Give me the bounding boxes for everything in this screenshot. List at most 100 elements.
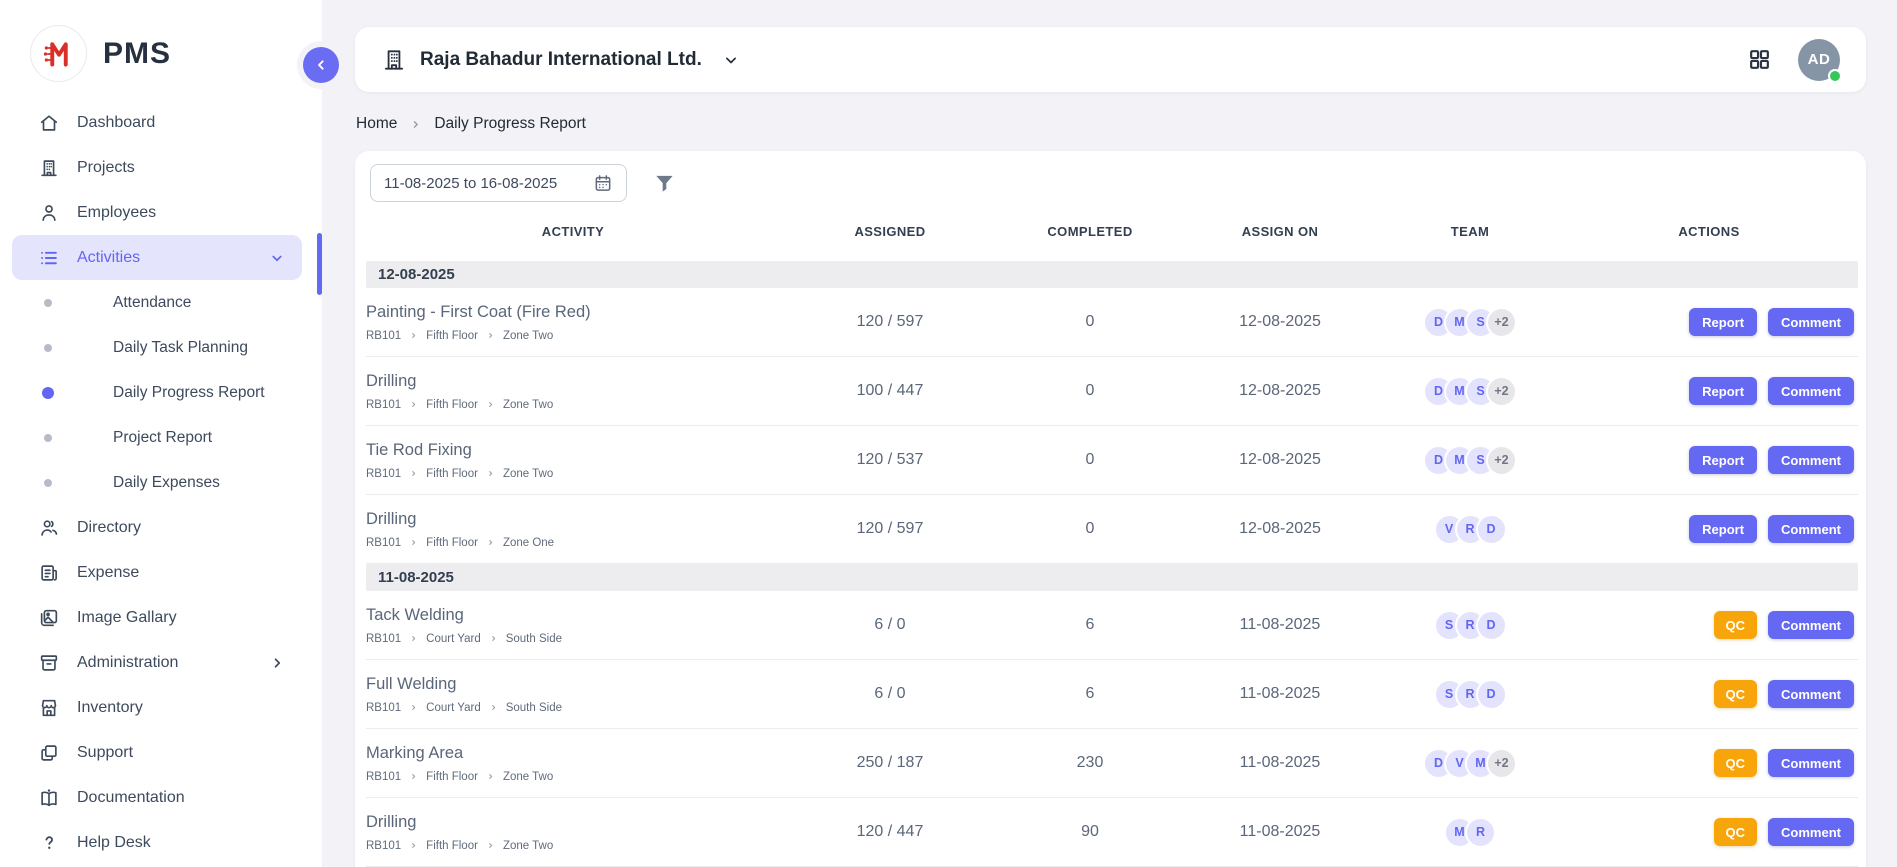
sidebar-item-inventory[interactable]: Inventory [12,685,302,730]
online-status-dot [1828,69,1842,83]
sidebar-item-expense[interactable]: Expense [12,550,302,595]
activity-cell: Full WeldingRB101Court YardSouth Side [366,675,780,714]
apps-grid-icon[interactable] [1747,47,1772,72]
comment-button[interactable]: Comment [1768,749,1854,777]
team-cell: SRD [1380,679,1560,710]
path-segment: Fifth Floor [426,399,478,411]
team-cell: SRD [1380,610,1560,641]
assigned-value: 250 / 187 [780,754,1000,772]
sidebar-item-support[interactable]: Support [12,730,302,775]
activity-title: Tie Rod Fixing [366,441,780,460]
sidebar-item-label: Support [77,744,286,762]
sidebar-item-directory[interactable]: Directory [12,505,302,550]
chevron-right-icon [489,634,498,643]
team-cell: DMS+2 [1380,307,1560,338]
sidebar-item-dashboard[interactable]: Dashboard [12,100,302,145]
book-icon [38,787,60,809]
bullet-icon [44,479,52,487]
comment-button[interactable]: Comment [1768,446,1854,474]
comment-button[interactable]: Comment [1768,680,1854,708]
qc-button[interactable]: QC [1714,680,1758,708]
activity-path: RB101Fifth FloorZone Two [366,840,780,852]
breadcrumb-home[interactable]: Home [356,115,397,133]
path-segment: RB101 [366,468,401,480]
breadcrumb: Home Daily Progress Report [356,115,1866,133]
sidebar-item-label: Dashboard [77,114,286,132]
pms-logo-icon [30,25,87,82]
team-more-badge[interactable]: +2 [1486,307,1517,338]
sidebar-item-documentation[interactable]: Documentation [12,775,302,820]
completed-value: 230 [1000,754,1180,772]
path-segment: RB101 [366,633,401,645]
chevron-right-icon [486,841,495,850]
sidebar-subitem-attendance[interactable]: Attendance [0,280,322,325]
sidebar-subitem-project-report[interactable]: Project Report [0,415,322,460]
sidebar-subitem-daily-expenses[interactable]: Daily Expenses [0,460,322,505]
activity-cell: Drilling RB101Fifth FloorZone Two [366,813,780,852]
team-more-badge[interactable]: +2 [1486,748,1517,779]
report-button[interactable]: Report [1689,308,1757,336]
qc-button[interactable]: QC [1714,749,1758,777]
team-more-badge[interactable]: +2 [1486,376,1517,407]
sidebar-item-employees[interactable]: Employees [12,190,302,235]
company-selector[interactable]: Raja Bahadur International Ltd. [381,47,741,73]
qc-button[interactable]: QC [1714,611,1758,639]
actions-cell: Report Comment [1560,377,1858,405]
comment-button[interactable]: Comment [1768,308,1854,336]
comment-button[interactable]: Comment [1768,611,1854,639]
chevron-right-icon [489,703,498,712]
team-more-badge[interactable]: +2 [1486,445,1517,476]
table-row: Marking AreaRB101Fifth FloorZone Two250 … [366,729,1858,798]
column-header-assign-on: ASSIGN ON [1180,224,1380,239]
table-row: Painting - First Coat (Fire Red)RB101Fif… [366,288,1858,357]
path-segment: Court Yard [426,633,481,645]
comment-button[interactable]: Comment [1768,818,1854,846]
report-button[interactable]: Report [1689,446,1757,474]
date-group-row: 12-08-2025 [366,261,1858,288]
sidebar-item-label: Activities [77,249,268,267]
path-segment: RB101 [366,771,401,783]
activity-title: Drilling [366,813,780,832]
activity-title: Drilling [366,372,780,391]
people-icon [38,517,60,539]
filter-row: 11-08-2025 to 16-08-2025 [355,151,1866,202]
sidebar-subitem-daily-task-planning[interactable]: Daily Task Planning [0,325,322,370]
comment-button[interactable]: Comment [1768,515,1854,543]
sidebar-item-activities[interactable]: Activities [12,235,302,280]
filter-funnel-icon[interactable] [653,172,676,195]
user-avatar[interactable]: AD [1798,39,1840,81]
date-range-input[interactable]: 11-08-2025 to 16-08-2025 [370,164,627,202]
sidebar-item-image-gallary[interactable]: Image Gallary [12,595,302,640]
report-button[interactable]: Report [1689,515,1757,543]
table-row: Full WeldingRB101Court YardSouth Side6 /… [366,660,1858,729]
sidebar-item-label: Documentation [77,789,286,807]
qc-button[interactable]: QC [1714,818,1758,846]
sidebar-item-administration[interactable]: Administration [12,640,302,685]
path-segment: RB101 [366,399,401,411]
app-logo[interactable]: PMS [0,0,322,82]
path-segment: Zone Two [503,840,553,852]
assign-on-value: 12-08-2025 [1180,313,1380,331]
calendar-icon [593,173,613,193]
content-card: 11-08-2025 to 16-08-2025 ACTIVITY ASSIGN… [355,151,1866,867]
team-avatar: R [1465,817,1496,848]
comment-button[interactable]: Comment [1768,377,1854,405]
chevron-right-icon [409,538,418,547]
actions-cell: QC Comment [1560,749,1858,777]
sidebar-item-label: Expense [77,564,286,582]
activity-cell: Painting - First Coat (Fire Red)RB101Fif… [366,303,780,342]
assign-on-value: 11-08-2025 [1180,616,1380,634]
team-cell: MR [1380,817,1560,848]
assigned-value: 6 / 0 [780,616,1000,634]
sidebar-subitem-daily-progress-report[interactable]: Daily Progress Report [0,370,322,415]
sidebar-scrollbar-thumb[interactable] [317,233,322,295]
chevron-down-icon [721,50,741,70]
date-range-value: 11-08-2025 to 16-08-2025 [384,175,557,192]
sidebar-item-projects[interactable]: Projects [12,145,302,190]
sidebar-item-help-desk[interactable]: Help Desk [12,820,302,865]
bullet-icon [44,299,52,307]
sidebar-collapse-button[interactable] [303,47,339,83]
report-button[interactable]: Report [1689,377,1757,405]
receipt-icon [38,562,60,584]
sidebar-subitem-label: Daily Task Planning [113,339,248,357]
